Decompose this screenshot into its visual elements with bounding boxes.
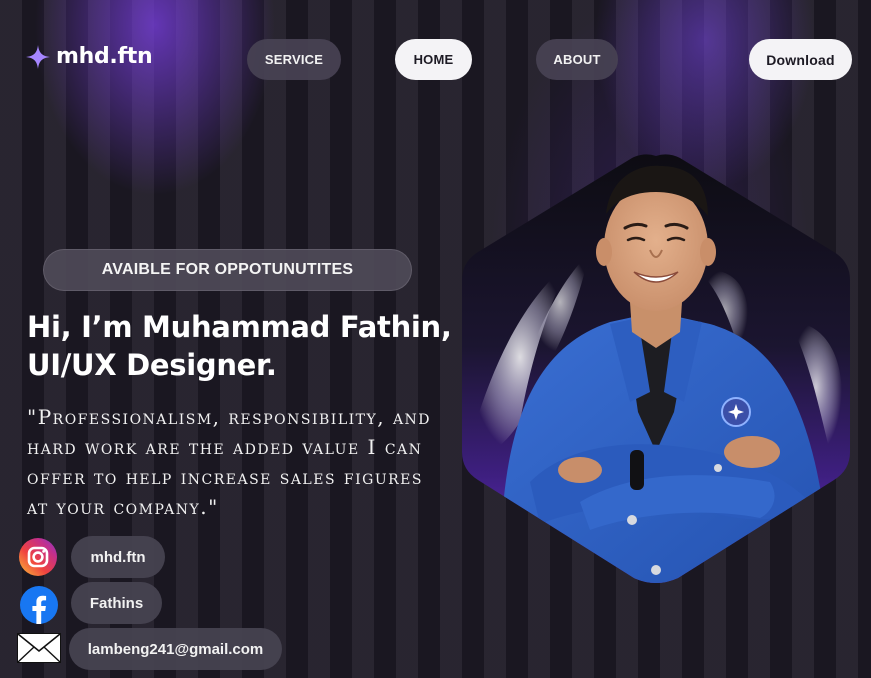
download-button[interactable]: Download <box>749 39 852 80</box>
nav-service-button[interactable]: SERVICE <box>247 39 341 80</box>
nav-about-button[interactable]: ABOUT <box>536 39 618 80</box>
hero-title-line-2: UI/UX Designer. <box>27 348 277 382</box>
brand-name: mhd.ftn <box>56 44 153 69</box>
sparkle-icon <box>26 44 50 69</box>
profile-photo <box>460 152 852 584</box>
hero-title-line-1: Hi, I’m Muhammad Fathin, <box>27 310 452 344</box>
email-address[interactable]: lambeng241@gmail.com <box>69 628 282 670</box>
facebook-icon[interactable] <box>20 586 58 629</box>
instagram-handle[interactable]: mhd.ftn <box>71 536 165 578</box>
facebook-handle[interactable]: Fathins <box>71 582 162 624</box>
nav-home-button[interactable]: HOME <box>395 39 472 80</box>
mail-icon[interactable] <box>17 633 61 668</box>
brand-logo[interactable]: mhd.ftn <box>26 44 153 69</box>
hero-title: Hi, I’m Muhammad Fathin, UI/UX Designer. <box>27 308 467 384</box>
instagram-icon[interactable] <box>19 538 57 581</box>
availability-badge: AVAIBLE FOR OPPOTUNUTITES <box>43 249 412 291</box>
hero-quote: "Professionalism, responsibility, and ha… <box>27 405 432 519</box>
